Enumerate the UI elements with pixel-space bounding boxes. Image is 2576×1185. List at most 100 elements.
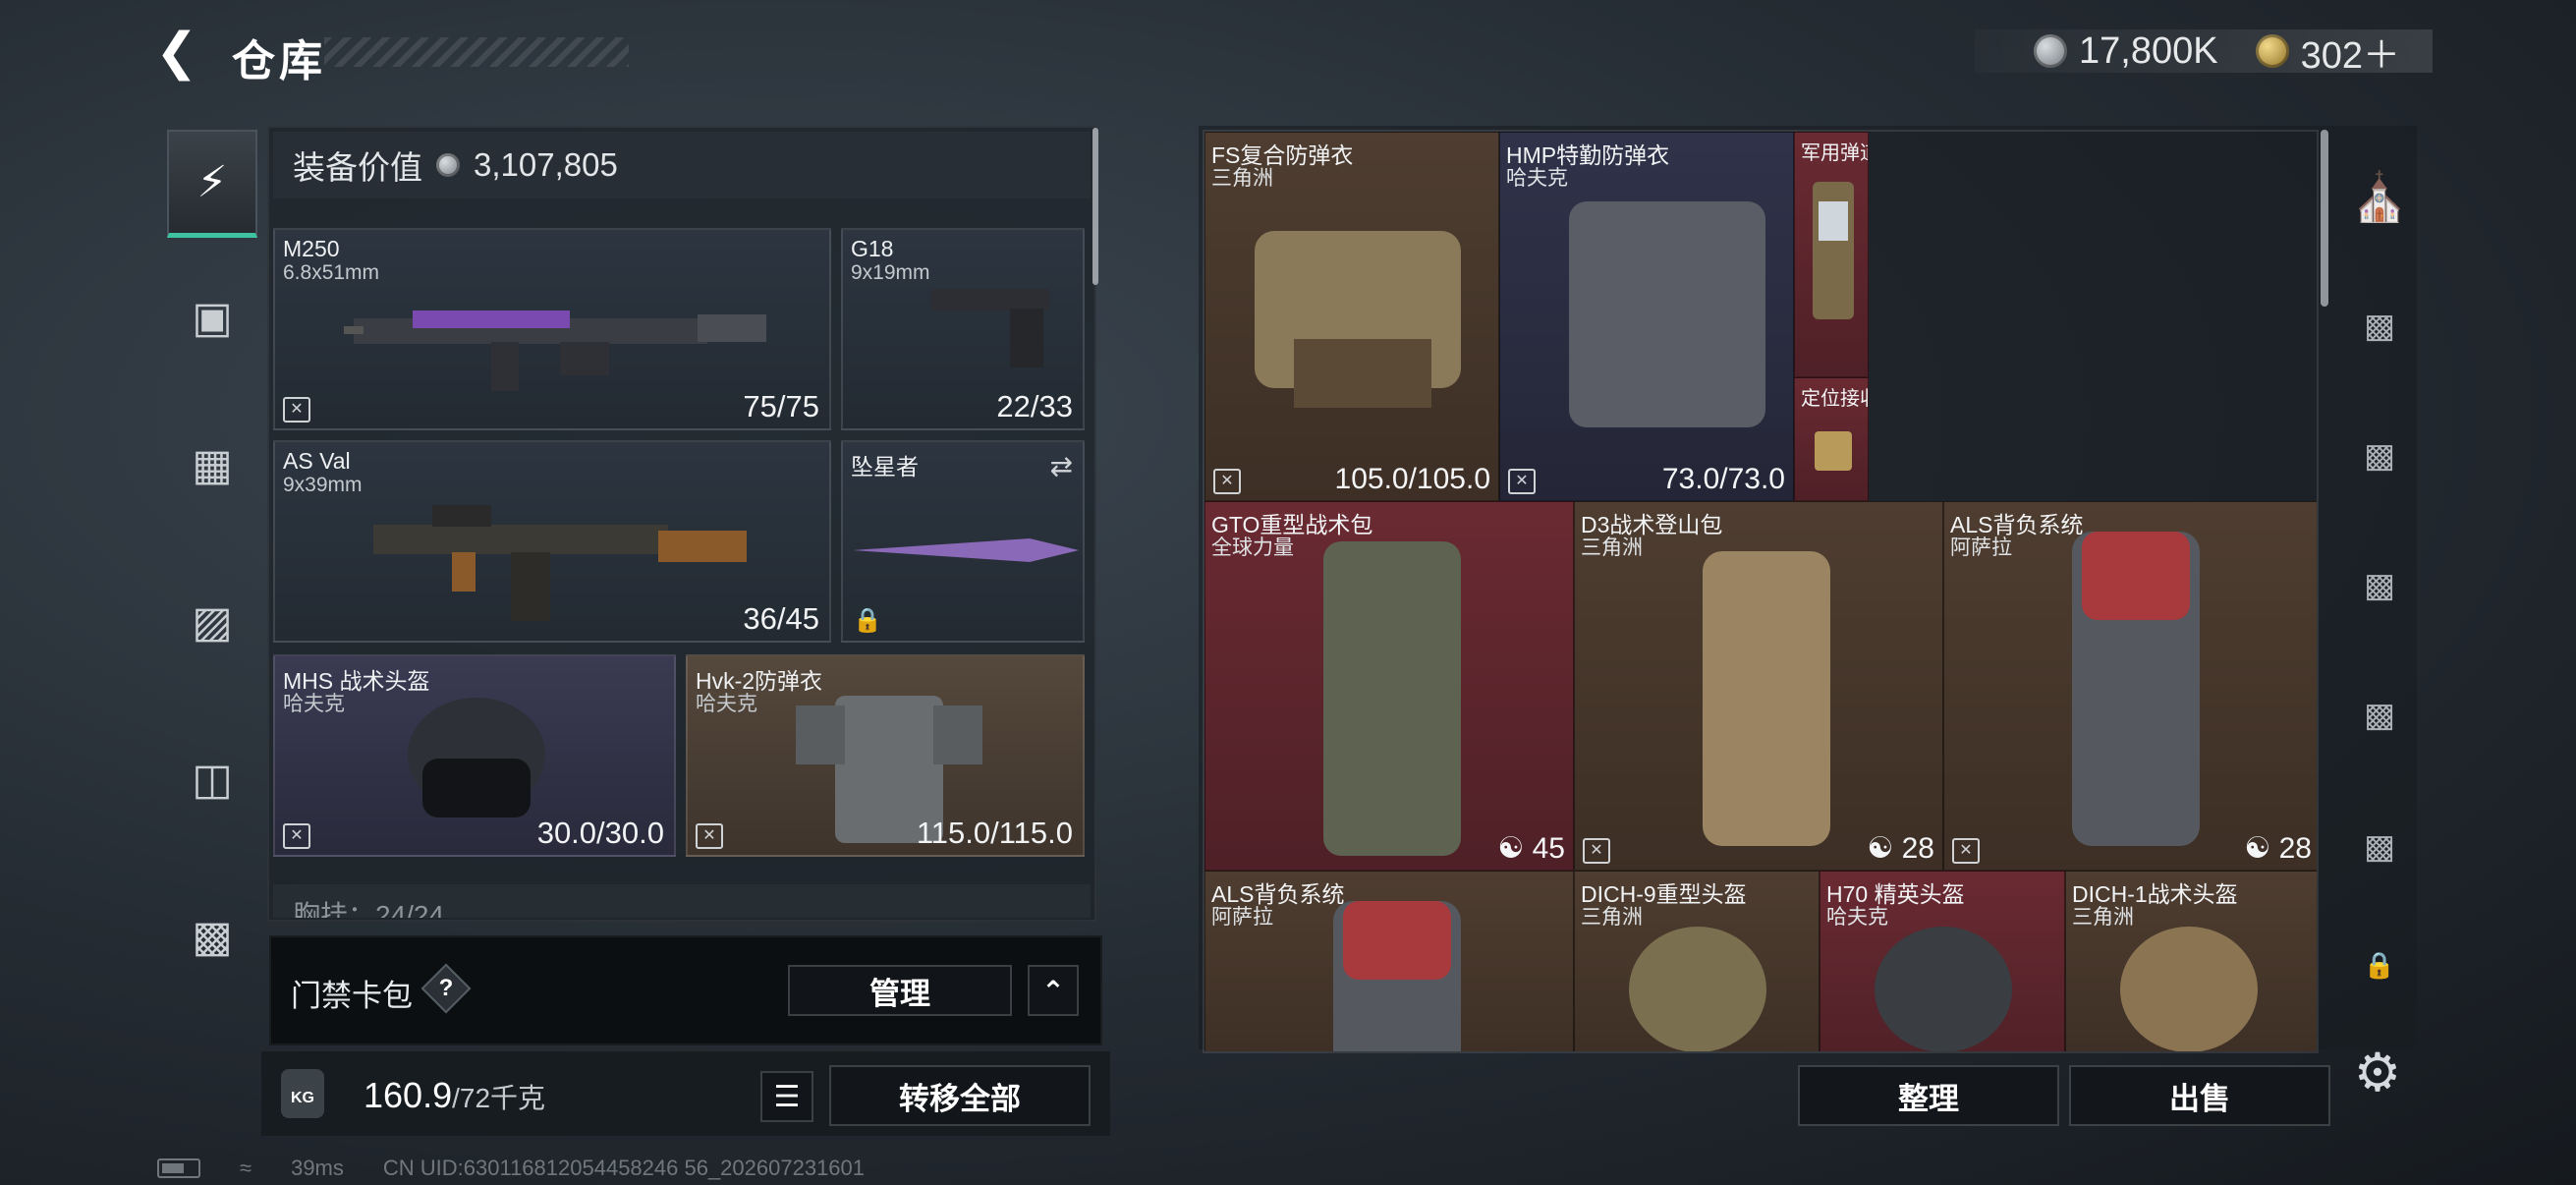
battery-icon — [157, 1158, 200, 1178]
list-icon[interactable]: ☰ — [760, 1071, 813, 1122]
chest-rig-label: 胸挂：24/24 — [293, 900, 445, 918]
rifle-image — [373, 505, 747, 621]
no-insure-icon: ✕ — [1952, 838, 1980, 864]
title-decoration — [324, 37, 629, 67]
sell-button[interactable]: 出售 — [2069, 1065, 2330, 1126]
keycard-pack-label: 门禁卡包 — [291, 979, 413, 1013]
slot-name: M250 — [283, 236, 340, 261]
chest-rig-row[interactable]: 胸挂：24/24 — [273, 884, 1091, 918]
item-brand: 阿萨拉 — [1950, 536, 2012, 559]
storage-scrollbar[interactable] — [2321, 130, 2328, 307]
briefcase-icon: ▩ — [192, 912, 233, 961]
armor-image — [1255, 231, 1461, 408]
no-insure-icon: ✕ — [1508, 469, 1536, 494]
storage-page-2-tab[interactable]: ▩ — [2340, 666, 2419, 764]
storage-item[interactable]: ALS背负系统 阿萨拉 — [1204, 871, 1574, 1051]
storage-item[interactable]: DICH-9重型头盔 三角洲 — [1574, 871, 1820, 1051]
silver-coin-icon — [436, 153, 460, 177]
nav-case-tab[interactable]: ▩ — [167, 882, 257, 990]
no-insure-icon: ✕ — [283, 397, 310, 423]
lock-icon: 🔒 — [2363, 949, 2396, 980]
page-title: 仓库 — [232, 37, 326, 85]
gold-coin-icon — [2255, 34, 2289, 68]
slot-brand: 哈夫克 — [283, 693, 345, 715]
storage-item[interactable]: 定位接收器 — [1794, 377, 1869, 501]
slot-caliber: 9x19mm — [851, 261, 930, 284]
nav-backpack-tab[interactable]: ▦ — [167, 411, 257, 519]
helmet-image — [2120, 927, 2258, 1051]
wifi-icon: ≈ — [240, 1156, 252, 1180]
secondary-weapon-slot[interactable]: AS Val 9x39mm 36/45 — [273, 440, 831, 643]
carry-weight: 160.9/72千克 — [364, 1075, 545, 1116]
helmet-image — [1875, 927, 2012, 1051]
locker-icon: ◫ — [192, 755, 233, 804]
item-capacity: ☯ 28 — [1867, 832, 1934, 865]
backpack-icon: ▦ — [192, 440, 233, 489]
storage-item[interactable]: HMP特勤防弹衣 哈夫克 ✕ 73.0/73.0 — [1499, 132, 1794, 501]
equipment-value: 装备价值 3,107,805 — [273, 132, 1091, 198]
storage-page-4-tab[interactable]: ▩ — [2340, 277, 2419, 375]
storage-grid: FS复合防弹衣 三角洲 ✕ 105.0/105.0 HMP特勤防弹衣 哈夫克 ✕… — [1203, 130, 2319, 1053]
armor-slot[interactable]: Hvk-2防弹衣 哈夫克 ✕ 115.0/115.0 — [686, 654, 1085, 857]
storage-item[interactable]: FS复合防弹衣 三角洲 ✕ 105.0/105.0 — [1204, 132, 1499, 501]
capacity-value: 28 — [2278, 832, 2312, 865]
nav-bag-tab[interactable]: ▨ — [167, 568, 257, 676]
storage-item[interactable]: 军用弹道... — [1794, 132, 1869, 377]
sort-button[interactable]: 整理 — [1798, 1065, 2059, 1126]
storage-icon: ⛪ — [2350, 171, 2409, 224]
capacity-value: 45 — [1532, 832, 1565, 865]
melee-slot[interactable]: 坠星者 ⇄ 🔒 — [841, 440, 1085, 643]
item-capacity: ☯ 28 — [2244, 832, 2312, 865]
gold-balance[interactable]: 302＋ — [2301, 25, 2400, 79]
storage-item[interactable]: D3战术登山包 三角洲 ✕ ☯ 28 — [1574, 501, 1943, 871]
storage-page-3-tab[interactable]: ▩ — [2340, 536, 2419, 635]
primary-weapon-slot[interactable]: M250 6.8x51mm ✕ 75/75 — [273, 228, 831, 430]
help-icon[interactable]: ? — [428, 971, 464, 1006]
item-durability: 73.0/73.0 — [1661, 463, 1785, 495]
storage-item[interactable]: GTO重型战术包 全球力量 ☯ 45 — [1204, 501, 1574, 871]
storage-page-4b-tab[interactable]: ▩ — [2340, 407, 2419, 505]
manage-button[interactable]: 管理 — [788, 965, 1012, 1016]
weight-max: /72千克 — [452, 1083, 546, 1113]
vest-icon: ▣ — [192, 293, 233, 342]
backpack-image — [1323, 541, 1461, 856]
chevron-up-icon[interactable]: ⌃ — [1028, 965, 1079, 1016]
back-icon[interactable]: ❮ — [155, 27, 204, 78]
transfer-all-button[interactable]: 转移全部 — [829, 1065, 1091, 1126]
ammo-count: 22/33 — [996, 389, 1073, 423]
page-icon: ▩ — [2363, 308, 2396, 345]
storage-all-tab[interactable]: ⛪ — [2340, 147, 2419, 246]
nav-locker-tab[interactable]: ◫ — [167, 725, 257, 833]
loadout-scrollbar[interactable] — [1092, 128, 1098, 285]
slot-name: 坠星者 — [851, 454, 919, 480]
storage-item[interactable]: ALS背负系统 阿萨拉 ✕ ☯ 28 — [1943, 501, 2317, 871]
nav-vest-tab[interactable]: ▣ — [167, 263, 257, 371]
storage-page-4c-tab[interactable]: ▩ — [2340, 798, 2419, 896]
nav-weapons-tab[interactable]: ⚡ — [167, 130, 257, 238]
swap-icon[interactable]: ⇄ — [1050, 450, 1073, 482]
silver-coin-icon — [2034, 34, 2067, 68]
helmet-slot[interactable]: MHS 战术头盔 哈夫克 ✕ 30.0/30.0 — [273, 654, 676, 857]
knife-image — [853, 538, 1079, 562]
ammo-count: 75/75 — [743, 389, 819, 423]
durability: 30.0/30.0 — [536, 816, 664, 850]
slot-brand: 哈夫克 — [696, 693, 757, 715]
storage-locked-tab[interactable]: 🔒 — [2340, 916, 2419, 1014]
page-icon: ▩ — [2363, 567, 2396, 604]
item-durability: 105.0/105.0 — [1334, 463, 1490, 495]
pistol-icon: ⚡ — [196, 158, 228, 206]
receiver-image — [1815, 431, 1852, 471]
storage-item[interactable]: DICH-1战术头盔 三角洲 — [2065, 871, 2317, 1051]
item-brand: 三角洲 — [1211, 167, 1273, 190]
storage-item[interactable]: H70 精英头盔 哈夫克 — [1820, 871, 2065, 1051]
uid-text: CN UID:630116812054458246 56_20260723160… — [382, 1156, 866, 1180]
slot-name: G18 — [851, 236, 894, 261]
weight-current: 160.9 — [364, 1075, 453, 1115]
item-name: 军用弹道... — [1801, 142, 1868, 164]
page-icon: ▩ — [2363, 828, 2396, 866]
sidearm-slot[interactable]: G18 9x19mm 22/33 — [841, 228, 1085, 430]
silver-balance: 17,800K — [2079, 29, 2218, 72]
storage-filter-nav: ⛪ ▩ ▩ ▩ ▩ ▩ 🔒 — [2340, 130, 2419, 1034]
left-nav: ⚡ ▣ ▦ ▨ ◫ ▩ — [167, 116, 257, 1104]
armor-image — [1569, 201, 1765, 427]
